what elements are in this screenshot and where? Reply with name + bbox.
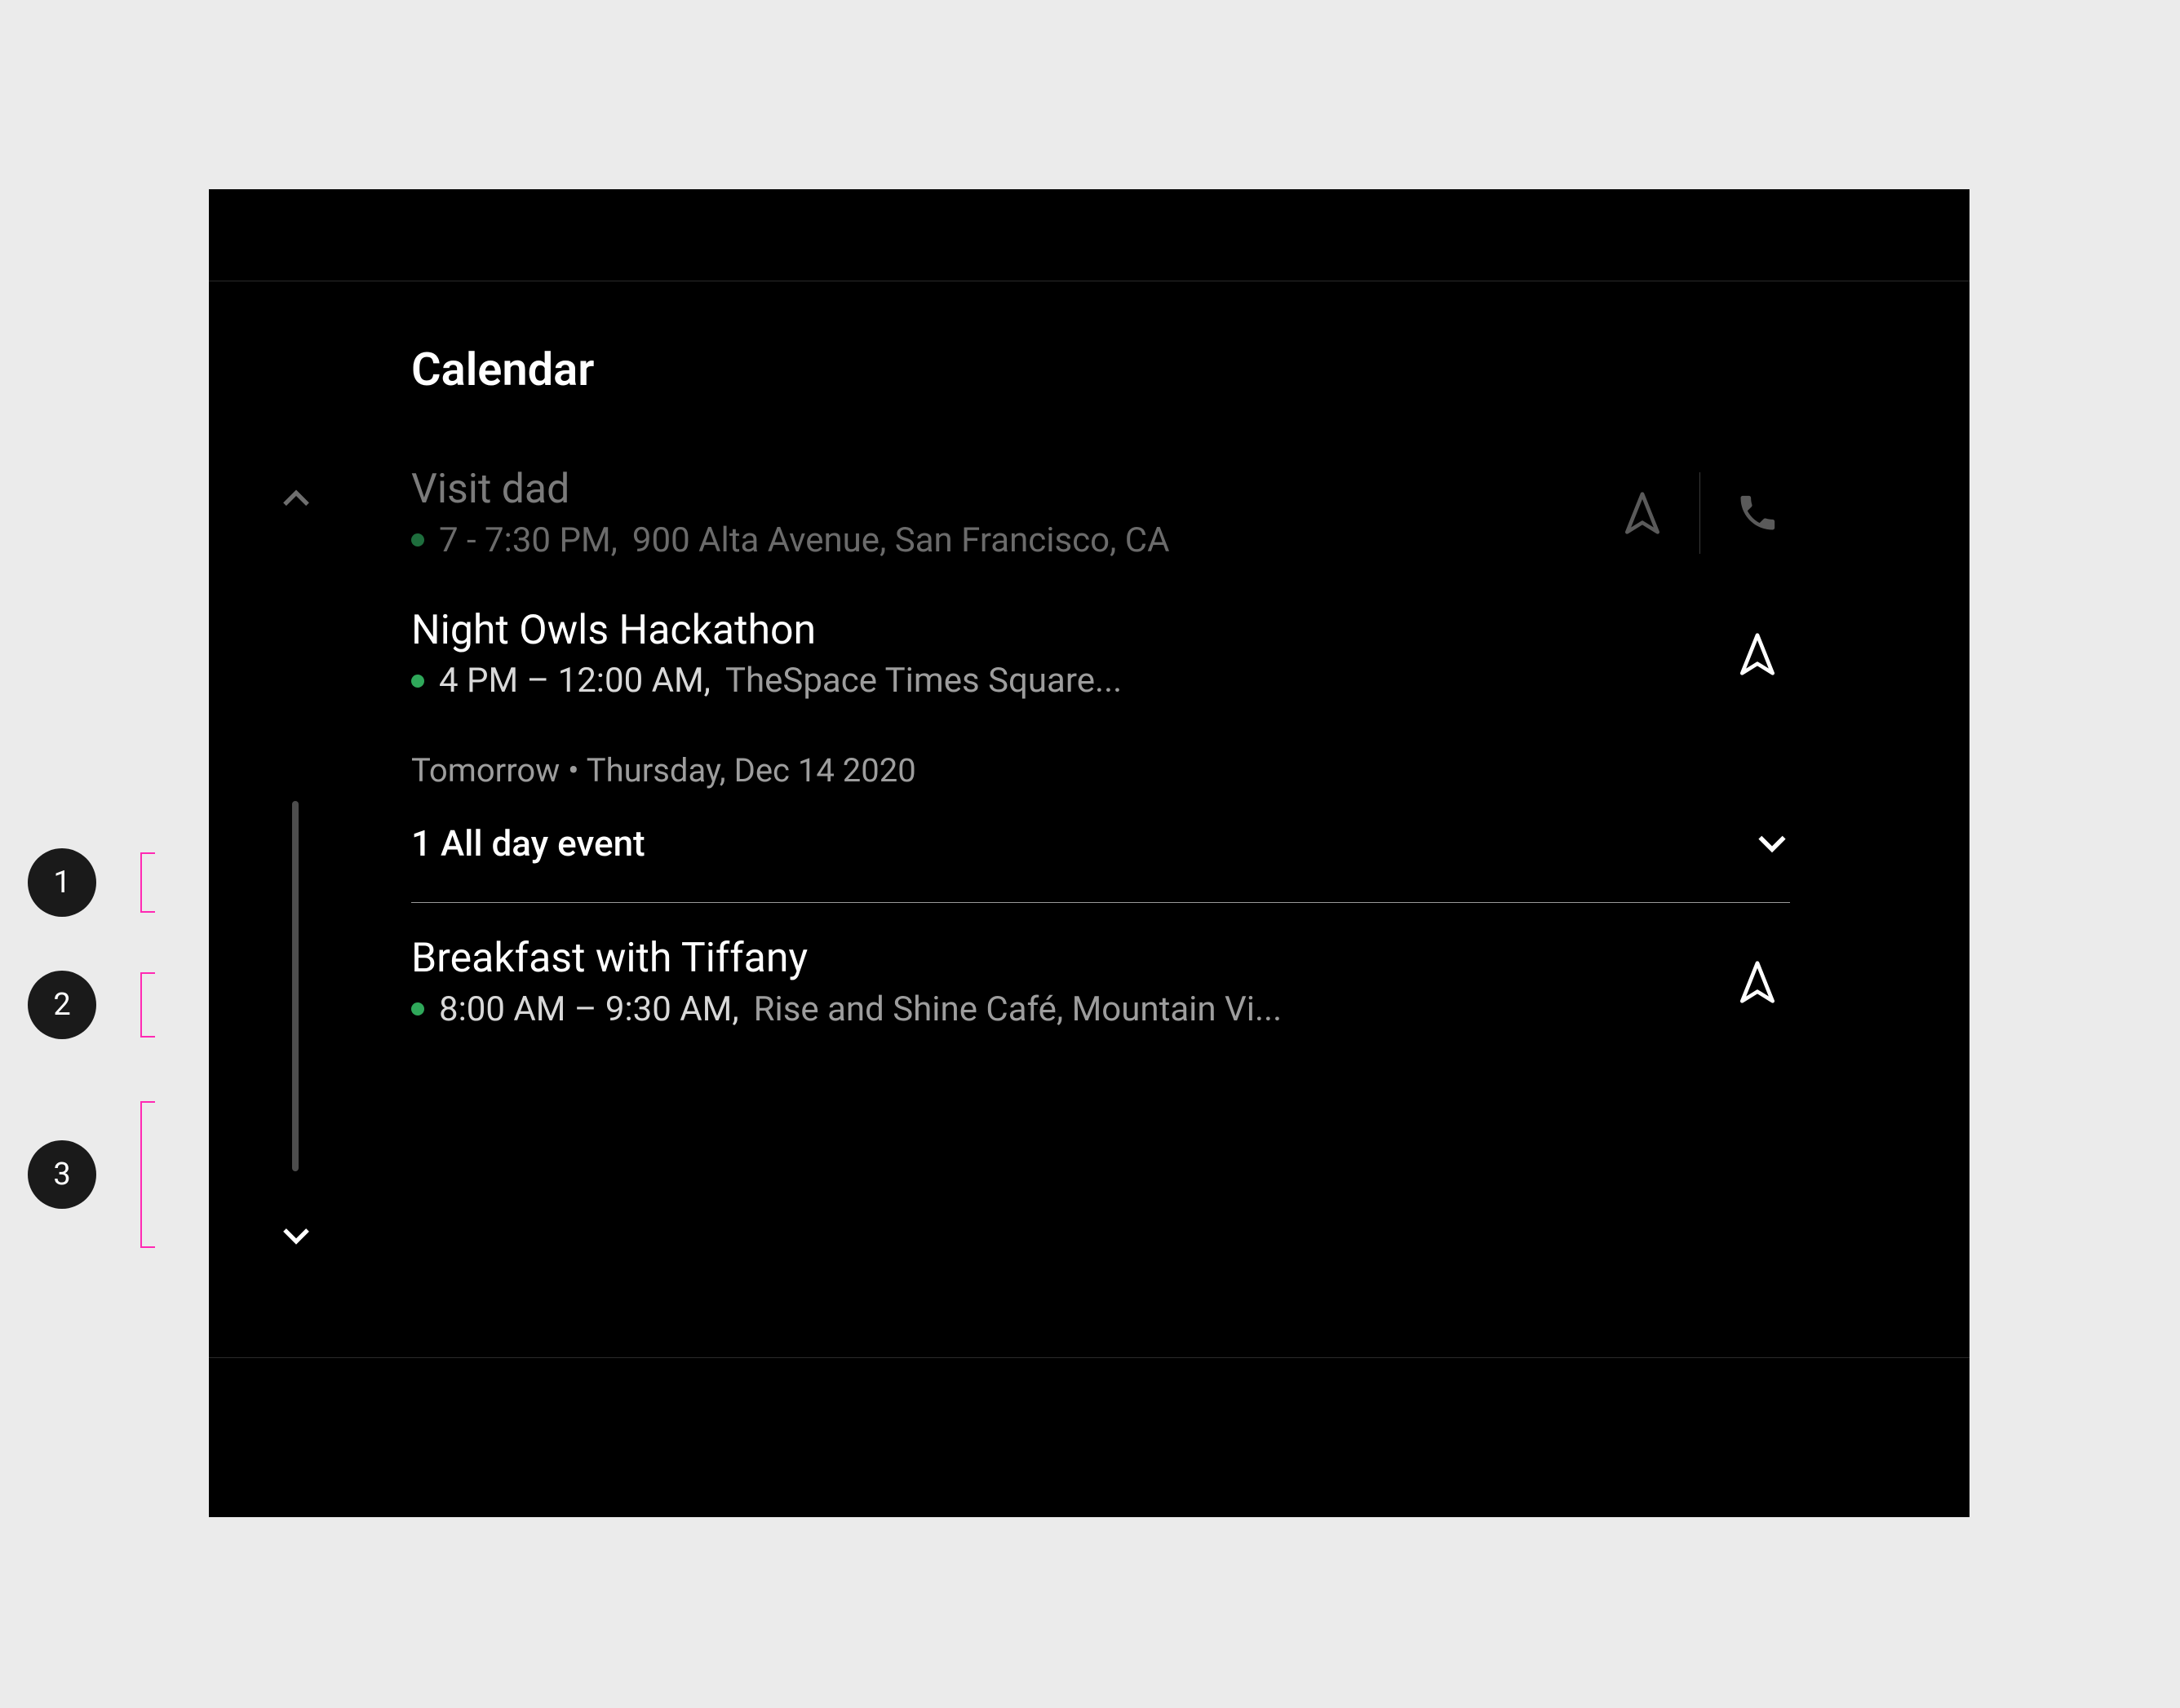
scroll-up-button[interactable] — [279, 483, 313, 517]
event-row-next[interactable]: Breakfast with Tiffany 8:00 AM – 9:30 AM… — [411, 936, 1790, 1029]
event-location: 900 Alta Avenue, San Francisco, CA — [632, 520, 1170, 560]
navigate-button[interactable] — [1725, 949, 1790, 1015]
all-day-label: 1 All day event — [411, 822, 645, 865]
event-time: 8:00 AM – 9:30 AM, — [439, 989, 739, 1029]
all-day-toggle[interactable]: 1 All day event — [411, 822, 1790, 902]
chevron-up-icon — [279, 483, 313, 517]
callout-badge-2: 2 — [28, 971, 96, 1039]
section-header: Tomorrow • Thursday, Dec 14 2020 — [411, 751, 1790, 790]
callout-bracket-2 — [140, 972, 155, 1038]
event-time: 4 PM – 12:00 AM, — [439, 661, 711, 701]
expand-icon-wrap — [1754, 825, 1790, 861]
event-title: Night Owls Hackathon — [411, 608, 1725, 655]
event-location: Rise and Shine Café, Mountain Vi... — [754, 989, 1283, 1029]
callout-badge-1: 1 — [28, 848, 96, 917]
bottom-divider — [209, 1357, 1970, 1358]
list-divider — [411, 902, 1790, 903]
event-title: Breakfast with Tiffany — [411, 936, 1725, 983]
navigate-button[interactable] — [1725, 622, 1790, 687]
scroll-down-button[interactable] — [279, 1219, 313, 1253]
callout-3: 3 — [28, 1101, 155, 1248]
status-dot — [411, 1002, 424, 1016]
page-title: Calendar — [411, 343, 594, 396]
action-divider — [1699, 472, 1700, 554]
event-row-past[interactable]: Visit dad 7 - 7:30 PM, 900 Alta Avenue, … — [411, 467, 1790, 560]
event-title: Visit dad — [411, 467, 1610, 514]
device-frame: Calendar Visit dad 7 - 7:30 PM, 90 — [209, 189, 1970, 1517]
navigation-icon — [1735, 959, 1780, 1005]
navigation-icon — [1735, 631, 1780, 677]
canvas: 1 2 3 Calendar Visit dad — [0, 0, 2180, 1708]
status-dot — [411, 675, 424, 688]
callout-2: 2 — [28, 971, 155, 1039]
status-dot — [411, 533, 424, 546]
callout-bracket-1 — [140, 852, 155, 913]
scrollbar-thumb[interactable] — [292, 801, 299, 1171]
navigation-icon — [1619, 490, 1665, 536]
phone-icon — [1735, 491, 1779, 535]
event-row-current[interactable]: Night Owls Hackathon 4 PM – 12:00 AM, Th… — [411, 608, 1790, 701]
navigate-button[interactable] — [1610, 480, 1675, 546]
event-list: Visit dad 7 - 7:30 PM, 900 Alta Avenue, … — [411, 467, 1790, 1313]
call-button[interactable] — [1725, 480, 1790, 546]
event-time: 7 - 7:30 PM, — [439, 520, 618, 560]
callout-1: 1 — [28, 848, 155, 917]
chevron-down-icon — [1754, 825, 1790, 861]
event-location: TheSpace Times Square... — [725, 661, 1122, 701]
callout-badge-3: 3 — [28, 1140, 96, 1209]
chevron-down-icon — [279, 1219, 313, 1253]
callout-bracket-3 — [140, 1101, 155, 1248]
